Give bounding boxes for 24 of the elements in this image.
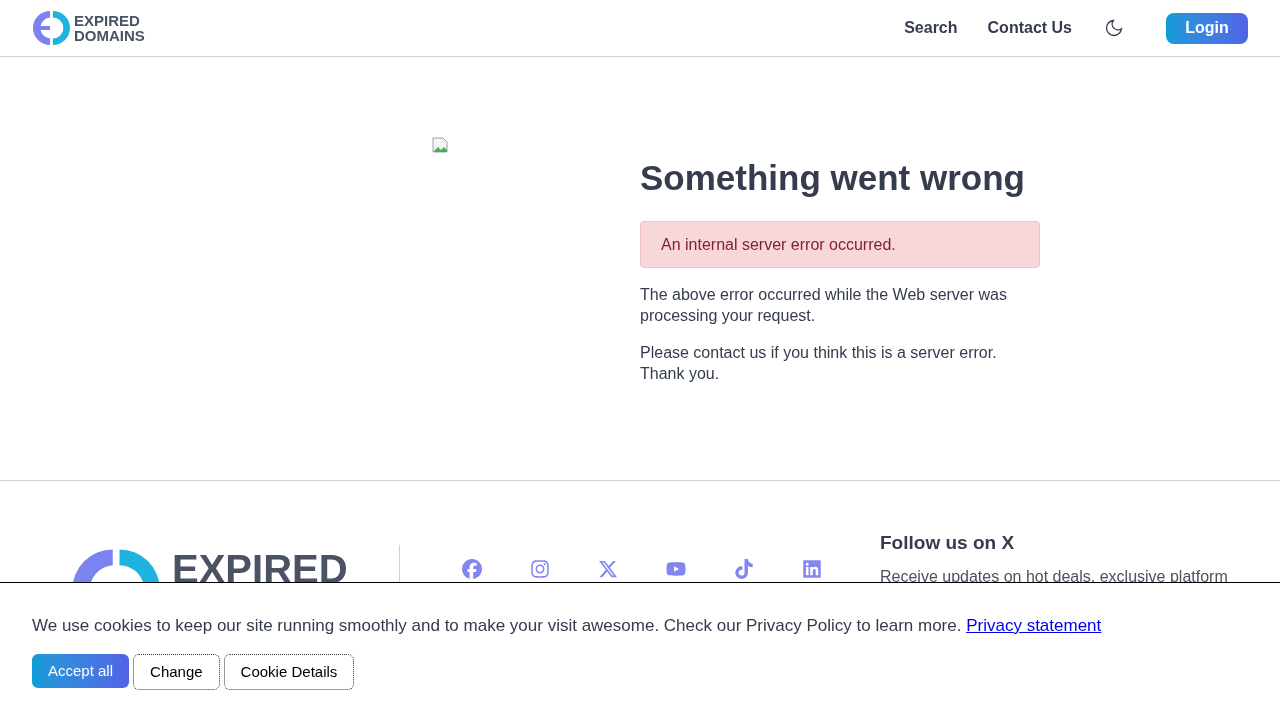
footer-logo-text: EXPIRED xyxy=(172,549,348,589)
broken-image-icon xyxy=(432,137,448,153)
follow-title: Follow us on X xyxy=(880,531,1016,555)
login-button[interactable]: Login xyxy=(1166,12,1248,44)
instagram-icon[interactable] xyxy=(530,559,550,579)
moon-icon[interactable] xyxy=(1104,18,1124,38)
error-alert: An internal server error occurred. xyxy=(640,221,1040,268)
error-message: The above error occurred while the Web server was processing your request. xyxy=(640,285,1008,326)
error-message: Please contact us if you think this is a server error. Thank you. xyxy=(640,343,998,384)
facebook-icon[interactable] xyxy=(462,559,482,579)
follow-text: Receive updates on hot deals, exclusive platform xyxy=(880,567,1228,587)
nav-link[interactable]: Search xyxy=(904,16,958,40)
cookie-message: We use cookies to keep our site running smoothly and to make your visit awesome. Check our Privacy Policy to learn more. Privacy statement xyxy=(32,615,1103,637)
cookie-button[interactable]: Accept all xyxy=(32,654,130,688)
error-title: Something went wrong xyxy=(640,157,1026,199)
logo-text: EXPIRED xyxy=(74,13,141,28)
youtube-icon[interactable] xyxy=(666,559,686,579)
linkedin-icon[interactable] xyxy=(802,559,822,579)
logo-icon xyxy=(32,9,70,47)
logo-text: DOMAINS xyxy=(74,28,145,43)
tiktok-icon[interactable] xyxy=(734,559,754,579)
privacy-link[interactable]: Privacy statement xyxy=(966,616,1102,635)
x-icon[interactable] xyxy=(598,559,618,579)
nav-link[interactable]: Contact Us xyxy=(987,16,1072,40)
